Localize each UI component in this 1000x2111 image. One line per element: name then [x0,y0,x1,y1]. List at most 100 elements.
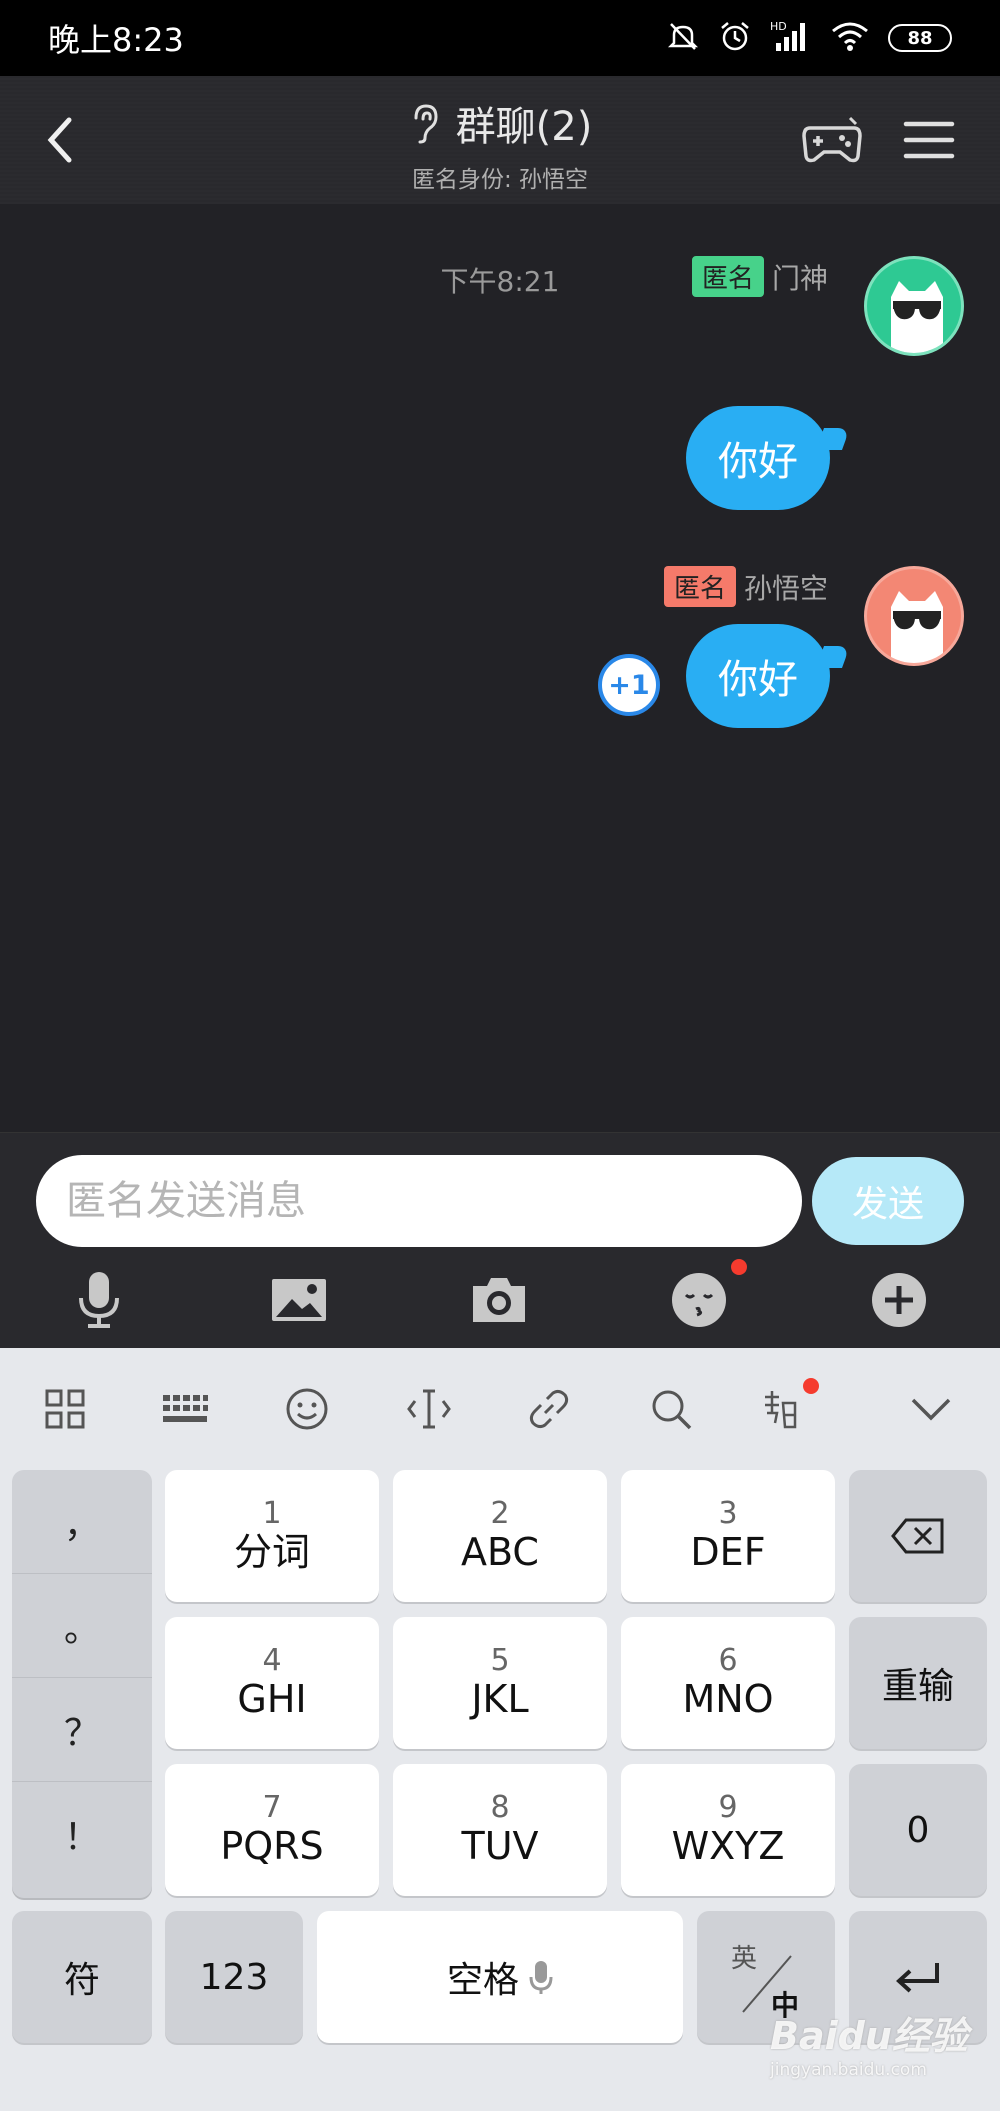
symbol-key[interactable]: 符 [12,1911,152,2043]
key-letters: 分词 [233,1529,310,1574]
image-button[interactable] [264,1265,334,1335]
menu-button[interactable] [900,112,958,168]
cat-sunglasses-icon [891,591,943,663]
voice-button[interactable] [64,1265,134,1335]
key-number: 1 [262,1495,282,1531]
key-number: 3 [718,1495,738,1531]
link-icon [529,1389,569,1429]
message-bubble[interactable]: 你好 [686,406,830,510]
key-4[interactable]: 4 GHI [165,1617,379,1749]
kb-clipboard-button[interactable] [524,1384,574,1434]
punct-key-period[interactable]: 。 [12,1574,152,1678]
battery-indicator: 88 [888,24,952,52]
alarm-icon [718,19,752,57]
key-8[interactable]: 8 TUV [393,1764,607,1896]
baidu-watermark-url: jingyan.baidu.com [770,2060,927,2080]
plus-one-button[interactable]: +1 [598,654,660,716]
send-button[interactable]: 发送 [812,1157,964,1245]
kb-handwriting-button[interactable] [756,1384,806,1434]
message-timestamp: 下午8:21 [440,265,560,298]
key-letters: DEF [690,1529,766,1574]
chat-area[interactable]: 下午8:21 匿名 门神 你好 匿名 孙悟空 你好 +1 [0,204,1000,1132]
key-letters: ABC [461,1529,539,1574]
message-sender-row: 匿名 孙悟空 [663,566,828,607]
keyboard-toolbar [0,1348,1000,1464]
enter-icon [896,1963,939,1993]
zero-label: 0 [906,1809,930,1851]
chevron-down-icon [911,1398,951,1421]
anonymous-badge: 匿名 [663,566,736,607]
network-label: HD [770,20,787,33]
key-number: 6 [718,1642,738,1678]
smiley-icon [286,1388,328,1430]
space-key[interactable]: 空格 [317,1911,683,2043]
symbol-label: 符 [63,1960,100,2001]
emoji-button[interactable] [664,1265,734,1335]
key-letters: JKL [471,1676,529,1721]
backspace-key[interactable] [849,1470,987,1602]
key-letters: MNO [682,1676,774,1721]
retype-key[interactable]: 重输 [849,1617,987,1749]
avatar[interactable] [864,256,964,356]
image-icon [272,1279,326,1321]
key-number: 5 [490,1642,510,1678]
retype-label: 重输 [881,1666,954,1707]
key-5[interactable]: 5 JKL [393,1617,607,1749]
space-label: 空格 [446,1960,519,2001]
kb-apps-button[interactable] [40,1384,90,1434]
ear-icon [414,104,438,144]
hamburger-menu-icon [903,121,955,159]
key-number: 4 [262,1642,282,1678]
key-6[interactable]: 6 MNO [621,1617,835,1749]
punct-key-comma[interactable]: ， [12,1470,152,1574]
sender-name: 孙悟空 [743,571,828,605]
sender-name: 门神 [771,261,828,295]
kb-search-button[interactable] [646,1384,696,1434]
message-bubble[interactable]: 你好 [686,624,830,728]
chevron-left-icon [47,117,72,163]
kb-layout-button[interactable] [160,1384,210,1434]
camera-icon [473,1278,525,1322]
key-1[interactable]: 1 分词 [165,1470,379,1602]
grid-icon [45,1389,85,1429]
camera-button[interactable] [464,1265,534,1335]
key-number: 8 [490,1789,510,1825]
keyboard-icon [163,1395,208,1422]
key-3[interactable]: 3 DEF [621,1470,835,1602]
nav-bar: 群聊(2) 匿名身份: 孙悟空 [0,76,1000,204]
message-sender-row: 匿名 门神 [691,256,828,297]
kb-collapse-button[interactable] [906,1384,956,1434]
kb-cursor-button[interactable] [404,1384,454,1434]
handwriting-icon [765,1391,797,1429]
microphone-icon [529,1961,553,1994]
plus-circle-icon [872,1273,926,1327]
avatar[interactable] [864,566,964,666]
game-button[interactable] [800,112,864,168]
anonymous-identity: 匿名身份: 孙悟空 [411,167,589,193]
signal-icon: HD [770,19,812,57]
search-icon [652,1390,692,1430]
status-bar: 晚上8:23 HD 88 [0,0,1000,76]
text-cursor-icon [407,1389,451,1429]
key-letters: TUV [461,1823,539,1868]
zero-key[interactable]: 0 [849,1764,987,1896]
mute-bell-icon [666,19,700,57]
key-letters: GHI [237,1676,307,1721]
punct-key-question[interactable]: ？ [12,1678,152,1782]
gamepad-icon [802,116,862,163]
number-key[interactable]: 123 [165,1911,303,2043]
input-bar: 发送 [0,1132,1000,1348]
kb-emoji-button[interactable] [282,1384,332,1434]
more-button[interactable] [864,1265,934,1335]
key-7[interactable]: 7 PQRS [165,1764,379,1896]
back-button[interactable] [30,108,90,172]
message-input[interactable] [36,1155,802,1247]
page-title: 群聊(2) [455,104,593,150]
microphone-icon [79,1272,119,1328]
status-time: 晚上8:23 [48,21,184,59]
key-9[interactable]: 9 WXYZ [621,1764,835,1896]
key-number: 9 [718,1789,738,1825]
punct-key-exclamation[interactable]: ！ [12,1782,152,1886]
key-2[interactable]: 2 ABC [393,1470,607,1602]
backspace-icon [891,1518,944,1554]
